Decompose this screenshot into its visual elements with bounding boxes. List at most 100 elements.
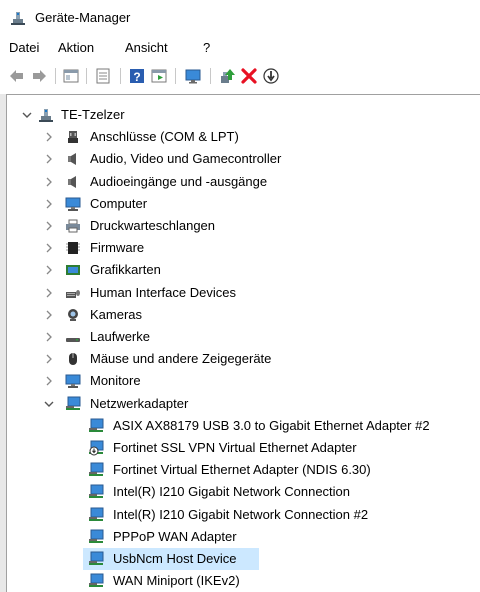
network-adapter-icon: [88, 484, 104, 500]
disable-device-icon[interactable]: [262, 67, 280, 85]
chevron-right-icon[interactable]: [43, 331, 55, 343]
svg-text:?: ?: [133, 70, 140, 84]
chevron-right-icon[interactable]: [43, 242, 55, 254]
network-adapter-icon: [88, 418, 104, 434]
tree-category[interactable]: Audio, Video und Gamecontroller: [7, 148, 480, 170]
tree-category-label: Mäuse und andere Zeigegeräte: [90, 351, 272, 366]
tree-device-label: Intel(R) I210 Gigabit Network Connection…: [113, 507, 369, 522]
tree-device[interactable]: UsbNcm Host Device: [83, 548, 259, 570]
chevron-right-icon[interactable]: [43, 309, 55, 321]
tree-category[interactable]: Grafikkarten: [7, 259, 480, 281]
uninstall-x-icon[interactable]: [240, 67, 258, 85]
tree-category[interactable]: Netzwerkadapter: [7, 393, 480, 415]
tree-device-label: PPPoP WAN Adapter: [113, 529, 237, 544]
speaker-icon: [65, 151, 81, 167]
camera-icon: [65, 307, 81, 323]
tree-device-label: ASIX AX88179 USB 3.0 to Gigabit Ethernet…: [113, 418, 430, 433]
chevron-right-icon[interactable]: [43, 375, 55, 387]
tree-category-label: Computer: [90, 196, 148, 211]
tree-device-label: Fortinet SSL VPN Virtual Ethernet Adapte…: [113, 440, 357, 455]
speaker-icon: [65, 174, 81, 190]
update-driver-icon[interactable]: [218, 67, 236, 85]
tree-category[interactable]: Human Interface Devices: [7, 282, 480, 304]
chevron-right-icon[interactable]: [43, 153, 55, 165]
network-adapter-icon: [88, 462, 104, 478]
device-tree: TE-Tzelzer Anschlüsse (COM & LPT) Audio, …: [7, 95, 480, 592]
chevron-right-icon[interactable]: [43, 264, 55, 276]
tree-category[interactable]: Laufwerke: [7, 326, 480, 348]
action-pane-icon[interactable]: [150, 67, 168, 85]
tree-device-label: UsbNcm Host Device: [113, 551, 237, 566]
chevron-right-icon[interactable]: [43, 176, 55, 188]
tree-category[interactable]: Anschlüsse (COM & LPT): [7, 126, 480, 148]
tree-device[interactable]: Fortinet Virtual Ethernet Adapter (NDIS …: [83, 459, 473, 481]
network-adapter-icon: [88, 551, 104, 567]
computer-tower-icon: [38, 107, 54, 123]
network-adapter-icon: [88, 529, 104, 545]
chevron-right-icon[interactable]: [43, 353, 55, 365]
chevron-right-icon[interactable]: [43, 198, 55, 210]
tree-category-label: Audioeingänge und -ausgänge: [90, 174, 268, 189]
tree-device[interactable]: Fortinet SSL VPN Virtual Ethernet Adapte…: [83, 437, 473, 459]
tree-device-label: WAN Miniport (IKEv2): [113, 573, 240, 588]
firmware-chip-icon: [65, 240, 81, 256]
help-icon[interactable]: ?: [128, 67, 146, 85]
tree-device[interactable]: PPPoP WAN Adapter: [83, 526, 473, 548]
printer-icon: [65, 218, 81, 234]
tree-category[interactable]: Computer: [7, 193, 480, 215]
tree-device[interactable]: ASIX AX88179 USB 3.0 to Gigabit Ethernet…: [83, 415, 473, 437]
tree-category-label: Kameras: [90, 307, 143, 322]
menu-file[interactable]: Datei: [9, 40, 39, 55]
device-manager-icon: [10, 10, 26, 26]
tree-device[interactable]: Intel(R) I210 Gigabit Network Connection: [83, 481, 473, 503]
tree-root[interactable]: TE-Tzelzer: [7, 104, 480, 126]
tree-device[interactable]: Intel(R) I210 Gigabit Network Connection…: [83, 504, 473, 526]
forward-arrow-icon[interactable]: [30, 67, 48, 85]
tree-category[interactable]: Monitore: [7, 370, 480, 392]
chevron-right-icon[interactable]: [43, 287, 55, 299]
computer-icon: [65, 196, 81, 212]
menu-help[interactable]: ?: [203, 40, 210, 55]
chevron-down-icon[interactable]: [21, 109, 33, 121]
tree-category-label: Human Interface Devices: [90, 285, 236, 300]
menu-bar: Datei Aktion Ansicht ?: [0, 34, 480, 60]
network-adapter-icon: [88, 573, 104, 589]
tree-root-label: TE-Tzelzer: [61, 107, 125, 122]
port-icon: [65, 129, 81, 145]
tree-category-label: Netzwerkadapter: [90, 396, 189, 411]
network-adapter-icon: [65, 396, 81, 412]
tree-category[interactable]: Audioeingänge und -ausgänge: [7, 171, 480, 193]
tree-category-label: Laufwerke: [90, 329, 150, 344]
monitor-icon: [65, 373, 81, 389]
mouse-icon: [65, 351, 81, 367]
tree-category-label: Firmware: [90, 240, 145, 255]
left-pane-edge: [0, 94, 7, 592]
tree-category-label: Anschlüsse (COM & LPT): [90, 129, 239, 144]
chevron-right-icon[interactable]: [43, 220, 55, 232]
title-bar: Geräte-Manager: [0, 0, 480, 34]
tree-category-label: Audio, Video und Gamecontroller: [90, 151, 282, 166]
toolbar: ?: [0, 60, 480, 92]
tree-device-label: Fortinet Virtual Ethernet Adapter (NDIS …: [113, 462, 371, 477]
network-adapter-warning-icon: [88, 440, 104, 456]
tree-category[interactable]: Druckwarteschlangen: [7, 215, 480, 237]
tree-category-label: Monitore: [90, 373, 141, 388]
show-hide-console-tree-icon[interactable]: [62, 67, 80, 85]
tree-device[interactable]: WAN Miniport (IKEv2): [83, 570, 473, 592]
scan-monitor-icon[interactable]: [184, 67, 202, 85]
display-adapter-icon: [65, 262, 81, 278]
tree-category[interactable]: Firmware: [7, 237, 480, 259]
back-arrow-icon[interactable]: [8, 67, 26, 85]
tree-device-label: Intel(R) I210 Gigabit Network Connection: [113, 484, 351, 499]
window-title: Geräte-Manager: [35, 10, 131, 25]
drive-icon: [65, 329, 81, 345]
chevron-down-icon[interactable]: [43, 398, 55, 410]
tree-category-label: Grafikkarten: [90, 262, 161, 277]
properties-icon[interactable]: [94, 67, 112, 85]
menu-action[interactable]: Aktion: [58, 40, 94, 55]
chevron-right-icon[interactable]: [43, 131, 55, 143]
tree-category[interactable]: Kameras: [7, 304, 480, 326]
tree-category-label: Druckwarteschlangen: [90, 218, 216, 233]
tree-category[interactable]: Mäuse und andere Zeigegeräte: [7, 348, 480, 370]
menu-view[interactable]: Ansicht: [125, 40, 168, 55]
